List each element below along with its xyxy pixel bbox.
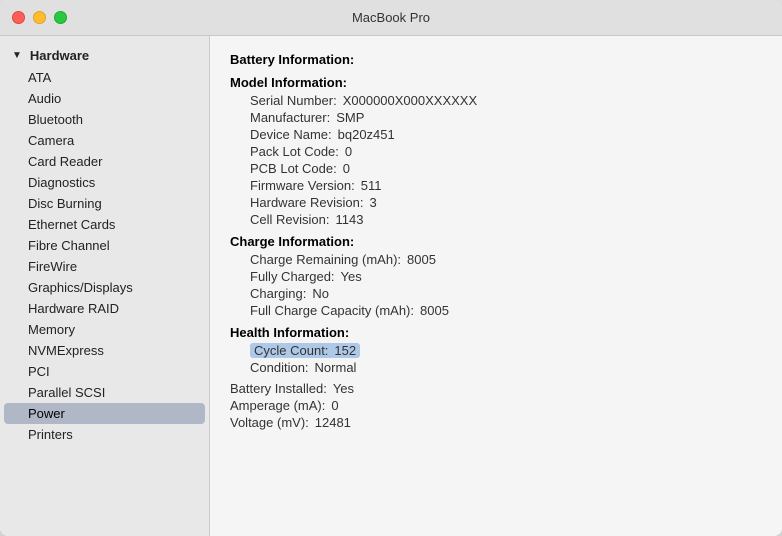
traffic-lights — [12, 11, 67, 24]
info-group: Health Information:Cycle Count:152Condit… — [230, 325, 762, 376]
group-label: Model Information: — [230, 75, 762, 90]
highlight-row: Cycle Count: 152 — [250, 343, 360, 358]
info-label: Charge Remaining (mAh): — [250, 252, 401, 267]
info-row-condition: Condition: Normal — [230, 359, 762, 376]
sidebar-item-firewire[interactable]: FireWire — [0, 256, 209, 277]
group-label: Health Information: — [230, 325, 762, 340]
info-label: Battery Installed: — [230, 381, 327, 396]
info-value: No — [312, 286, 329, 301]
sidebar-item-ethernet-cards[interactable]: Ethernet Cards — [0, 214, 209, 235]
info-row-pack-lot-code: Pack Lot Code: 0 — [230, 143, 762, 160]
sidebar: ▼ Hardware ATAAudioBluetoothCameraCard R… — [0, 36, 210, 536]
sidebar-item-memory[interactable]: Memory — [0, 319, 209, 340]
info-row-voltage: Voltage (mV): 12481 — [230, 414, 762, 431]
chevron-down-icon: ▼ — [12, 50, 22, 61]
info-value: X000000X000XXXXXX — [343, 93, 477, 108]
close-button[interactable] — [12, 11, 25, 24]
sidebar-item-ata[interactable]: ATA — [0, 67, 209, 88]
info-row-full-charge-capacity: Full Charge Capacity (mAh): 8005 — [230, 302, 762, 319]
info-value: Yes — [333, 381, 354, 396]
sidebar-section-label: Hardware — [30, 48, 89, 63]
info-value: 152 — [334, 343, 356, 358]
maximize-button[interactable] — [54, 11, 67, 24]
sidebar-item-nvmexpress[interactable]: NVMExpress — [0, 340, 209, 361]
info-value: 3 — [369, 195, 376, 210]
sidebar-item-graphics-displays[interactable]: Graphics/Displays — [0, 277, 209, 298]
info-label: Cycle Count: — [254, 343, 328, 358]
main-window: MacBook Pro ▼ Hardware ATAAudioBluetooth… — [0, 0, 782, 536]
info-row-battery-installed: Battery Installed: Yes — [230, 380, 762, 397]
info-row-cell-revision: Cell Revision: 1143 — [230, 211, 762, 228]
detail-section-title: Battery Information: — [230, 52, 762, 67]
info-label: Full Charge Capacity (mAh): — [250, 303, 414, 318]
minimize-button[interactable] — [33, 11, 46, 24]
info-value: 0 — [331, 398, 338, 413]
info-value: 1143 — [335, 212, 363, 227]
info-label: PCB Lot Code: — [250, 161, 337, 176]
info-row-manufacturer: Manufacturer: SMP — [230, 109, 762, 126]
sidebar-item-audio[interactable]: Audio — [0, 88, 209, 109]
detail-bottom-rows: Battery Installed:YesAmperage (mA):0Volt… — [230, 380, 762, 431]
info-label: Manufacturer: — [250, 110, 330, 125]
info-value: Yes — [341, 269, 362, 284]
info-value: 8005 — [420, 303, 449, 318]
info-row-device-name: Device Name: bq20z451 — [230, 126, 762, 143]
sidebar-item-fibre-channel[interactable]: Fibre Channel — [0, 235, 209, 256]
info-label: Amperage (mA): — [230, 398, 325, 413]
sidebar-item-pci[interactable]: PCI — [0, 361, 209, 382]
info-label: Pack Lot Code: — [250, 144, 339, 159]
sidebar-item-bluetooth[interactable]: Bluetooth — [0, 109, 209, 130]
info-label: Hardware Revision: — [250, 195, 363, 210]
info-row-firmware-version: Firmware Version: 511 — [230, 177, 762, 194]
info-value: Normal — [315, 360, 357, 375]
sidebar-item-hardware-raid[interactable]: Hardware RAID — [0, 298, 209, 319]
sidebar-item-card-reader[interactable]: Card Reader — [0, 151, 209, 172]
info-value: 0 — [343, 161, 350, 176]
main-content: ▼ Hardware ATAAudioBluetoothCameraCard R… — [0, 36, 782, 536]
info-row-amperage: Amperage (mA): 0 — [230, 397, 762, 414]
sidebar-items: ATAAudioBluetoothCameraCard ReaderDiagno… — [0, 67, 209, 445]
sidebar-section-hardware: ▼ Hardware — [0, 44, 209, 67]
info-value: 8005 — [407, 252, 436, 267]
detail-groups: Model Information: Serial Number: X000000X… — [230, 75, 762, 376]
sidebar-item-power[interactable]: Power — [4, 403, 205, 424]
info-value: bq20z451 — [338, 127, 395, 142]
info-row-charge-remaining: Charge Remaining (mAh): 8005 — [230, 251, 762, 268]
info-row-hardware-revision: Hardware Revision: 3 — [230, 194, 762, 211]
info-group: Model Information: Serial Number: X000000X… — [230, 75, 762, 228]
info-label: Fully Charged: — [250, 269, 335, 284]
sidebar-item-diagnostics[interactable]: Diagnostics — [0, 172, 209, 193]
info-row-charging: Charging: No — [230, 285, 762, 302]
info-value: 12481 — [315, 415, 351, 430]
info-label: Cell Revision: — [250, 212, 329, 227]
info-label: Device Name: — [250, 127, 332, 142]
detail-pane: Battery Information: Model Information: S… — [210, 36, 782, 536]
sidebar-item-printers[interactable]: Printers — [0, 424, 209, 445]
info-group: Charge Information: Charge Remaining (mAh… — [230, 234, 762, 319]
info-row-serial-number: Serial Number: X000000X000XXXXXX — [230, 92, 762, 109]
window-title: MacBook Pro — [352, 10, 430, 25]
info-row-cycle-count: Cycle Count: 152 — [230, 342, 762, 359]
sidebar-item-disc-burning[interactable]: Disc Burning — [0, 193, 209, 214]
sidebar-item-parallel-scsi[interactable]: Parallel SCSI — [0, 382, 209, 403]
info-label: Condition: — [250, 360, 309, 375]
info-label: Charging: — [250, 286, 306, 301]
titlebar: MacBook Pro — [0, 0, 782, 36]
info-value: 0 — [345, 144, 352, 159]
group-label: Charge Information: — [230, 234, 762, 249]
info-row-pcb-lot-code: PCB Lot Code: 0 — [230, 160, 762, 177]
info-value: 511 — [361, 178, 382, 193]
info-label: Firmware Version: — [250, 178, 355, 193]
info-value: SMP — [336, 110, 364, 125]
info-label: Voltage (mV): — [230, 415, 309, 430]
info-label: Serial Number: — [250, 93, 337, 108]
info-row-fully-charged: Fully Charged: Yes — [230, 268, 762, 285]
sidebar-item-camera[interactable]: Camera — [0, 130, 209, 151]
